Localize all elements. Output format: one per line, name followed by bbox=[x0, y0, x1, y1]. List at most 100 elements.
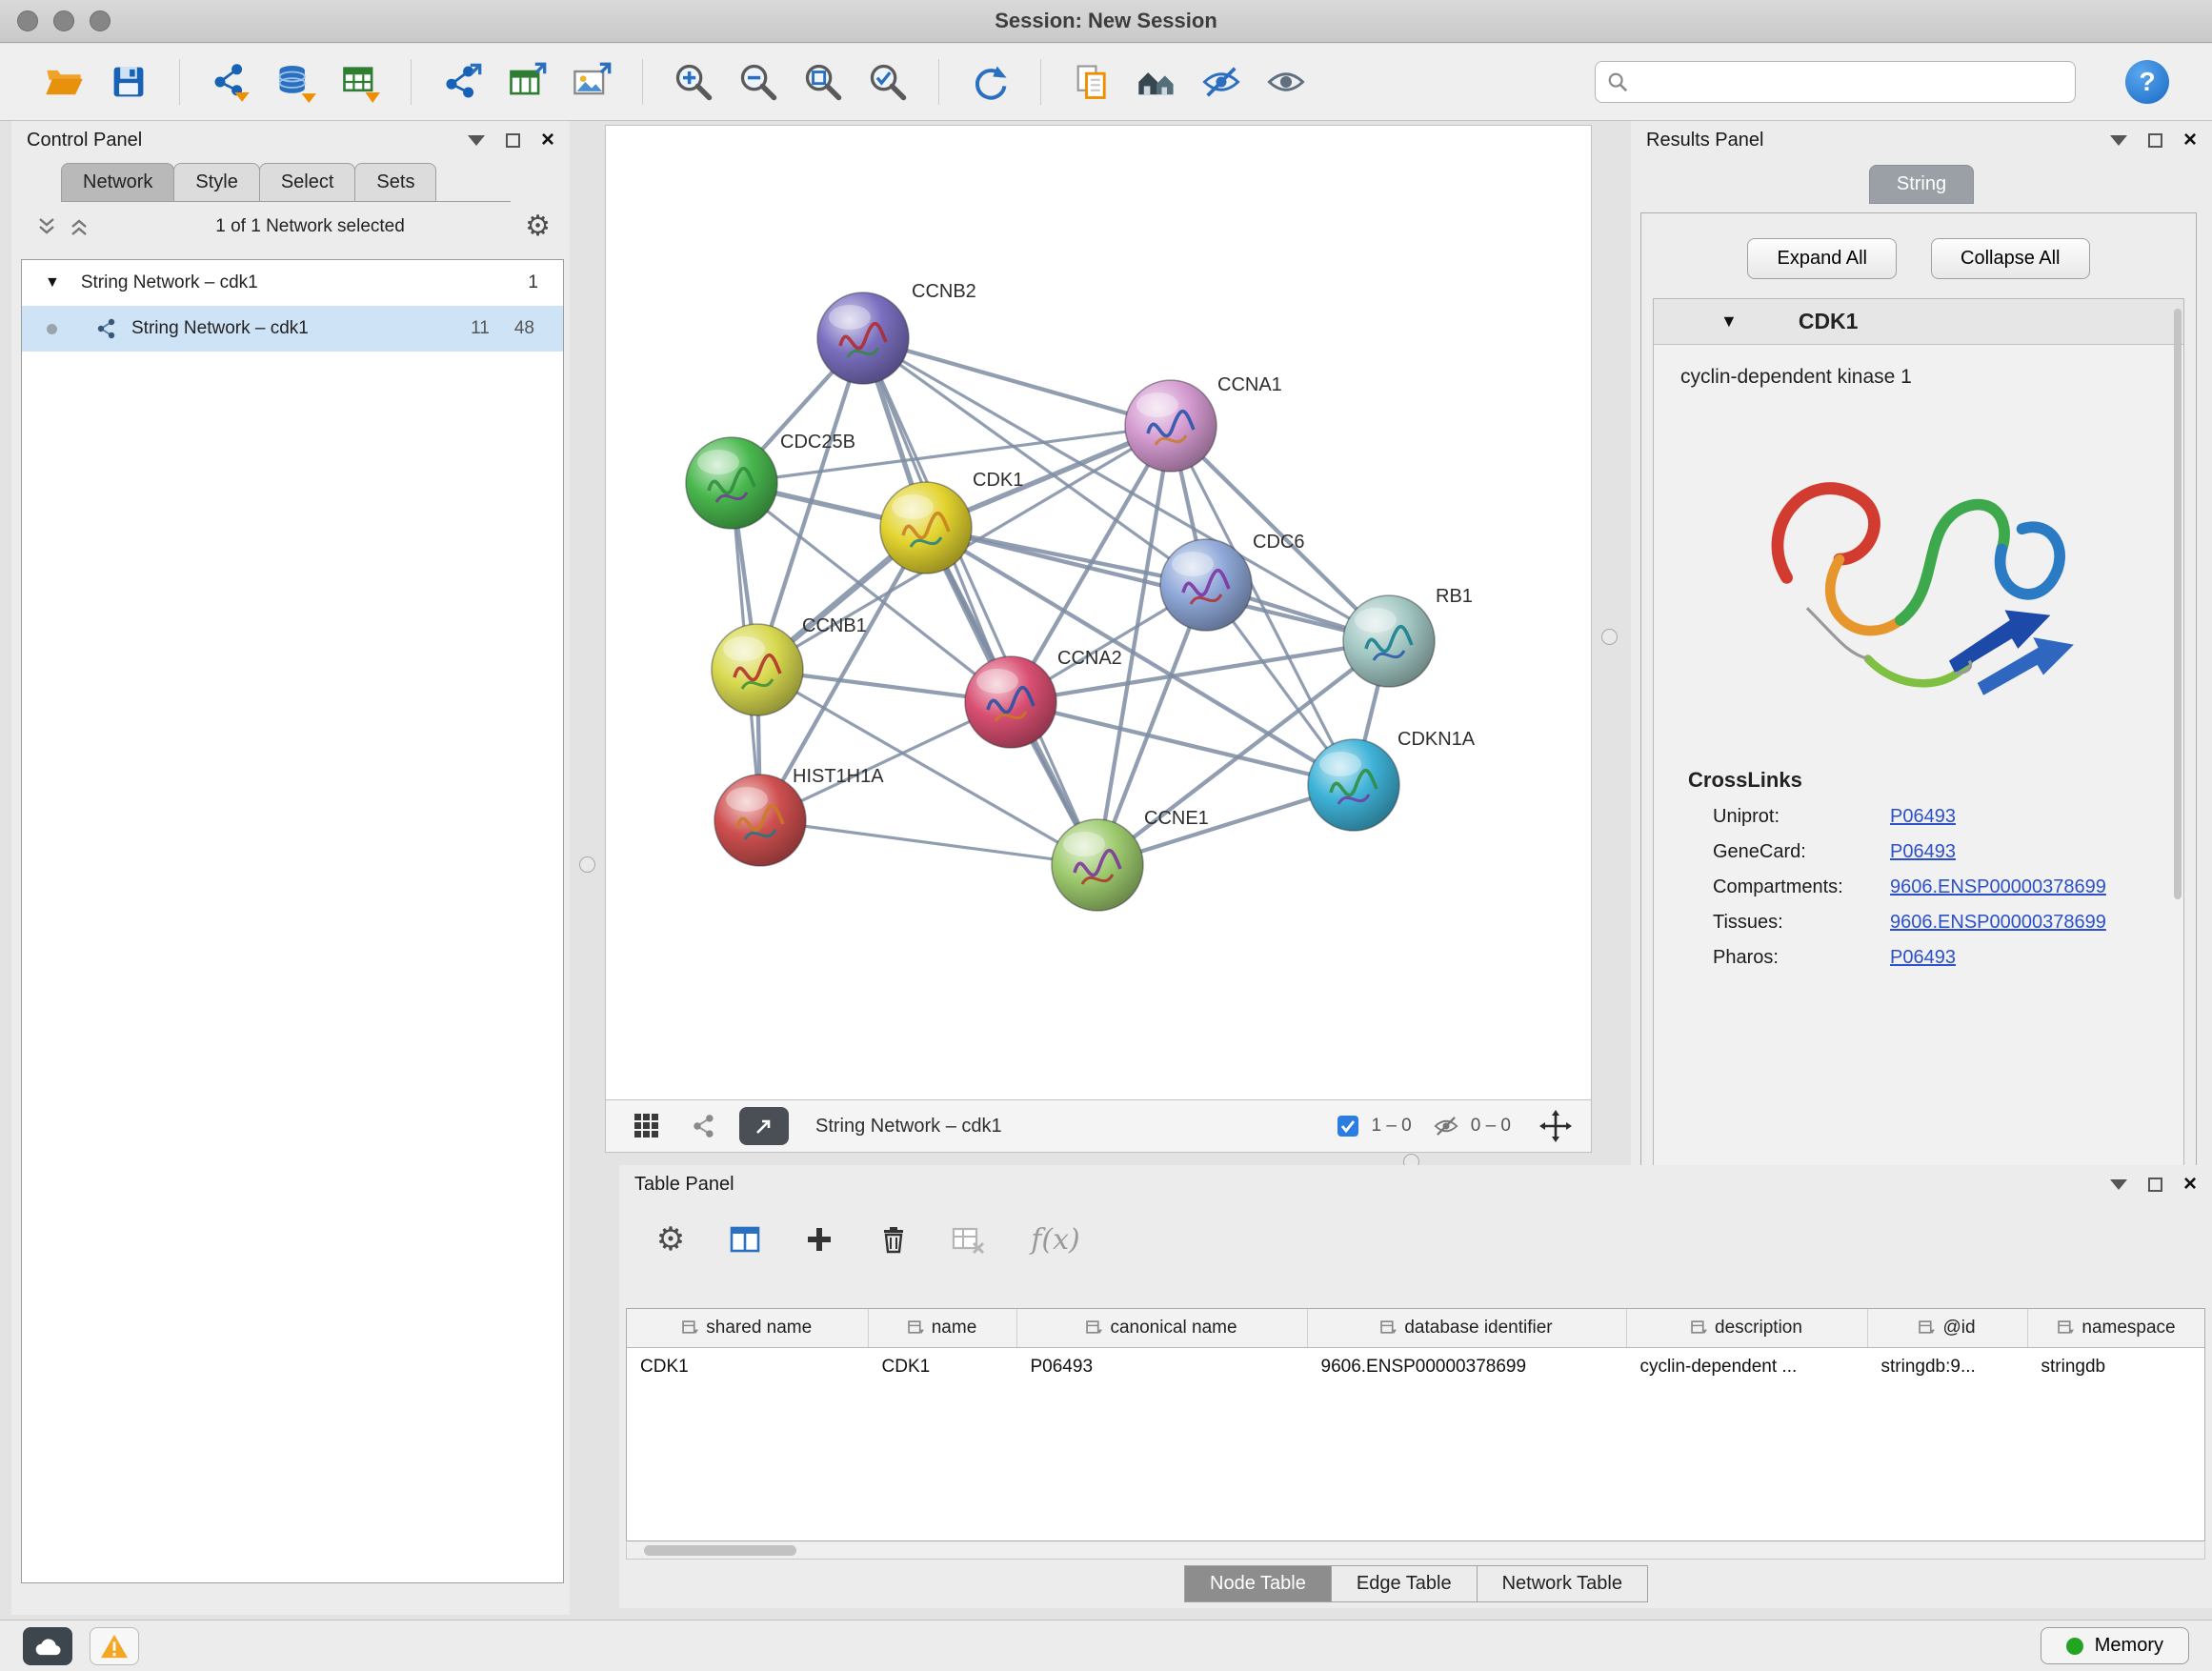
minimize-window-button[interactable] bbox=[53, 10, 74, 31]
network-edge[interactable] bbox=[926, 528, 1389, 641]
export-network-button[interactable] bbox=[434, 53, 490, 111]
selected-checkbox-icon[interactable] bbox=[1337, 1115, 1359, 1137]
search-input[interactable] bbox=[1636, 71, 2063, 93]
create-column-button[interactable] bbox=[794, 1215, 844, 1264]
network-node[interactable] bbox=[1052, 819, 1143, 911]
warnings-button[interactable] bbox=[90, 1627, 139, 1665]
save-session-button[interactable] bbox=[101, 53, 156, 111]
column-header[interactable]: database identifier bbox=[1307, 1309, 1626, 1347]
network-node[interactable] bbox=[1125, 380, 1217, 472]
column-header[interactable]: description bbox=[1626, 1309, 1867, 1347]
close-window-button[interactable] bbox=[17, 10, 38, 31]
zoom-in-button[interactable] bbox=[666, 53, 721, 111]
show-columns-button[interactable] bbox=[720, 1215, 770, 1264]
network-node[interactable] bbox=[965, 656, 1056, 748]
crosslink-link[interactable]: P06493 bbox=[1890, 806, 1956, 828]
maximize-window-button[interactable] bbox=[90, 10, 111, 31]
tab-node-table[interactable]: Node Table bbox=[1184, 1565, 1332, 1602]
maximize-panel-icon[interactable] bbox=[506, 133, 520, 148]
import-table-button[interactable] bbox=[332, 53, 388, 111]
cell-id[interactable]: stringdb:9... bbox=[1867, 1347, 2027, 1387]
tab-sets[interactable]: Sets bbox=[354, 163, 436, 201]
collapse-all-networks-button[interactable] bbox=[30, 211, 63, 243]
hide-selected-button[interactable] bbox=[1194, 53, 1249, 111]
network-edge[interactable] bbox=[760, 820, 1097, 865]
right-splitter-handle[interactable] bbox=[1601, 629, 1618, 645]
scrollbar-thumb[interactable] bbox=[644, 1545, 796, 1556]
cell-canonical-name[interactable]: P06493 bbox=[1016, 1347, 1307, 1387]
expander-triangle-icon[interactable]: ▼ bbox=[45, 274, 60, 292]
column-header[interactable]: namespace bbox=[2027, 1309, 2205, 1347]
column-header[interactable]: name bbox=[868, 1309, 1016, 1347]
export-image-button[interactable] bbox=[564, 53, 619, 111]
left-splitter-handle[interactable] bbox=[579, 856, 595, 873]
tab-select[interactable]: Select bbox=[259, 163, 356, 201]
network-overview-button[interactable] bbox=[682, 1105, 726, 1147]
copy-button[interactable] bbox=[1064, 53, 1119, 111]
zoom-fit-button[interactable] bbox=[795, 53, 851, 111]
maximize-panel-icon[interactable] bbox=[2148, 133, 2162, 148]
cell-database-identifier[interactable]: 9606.ENSP00000378699 bbox=[1307, 1347, 1626, 1387]
network-edge[interactable] bbox=[863, 338, 1171, 426]
pan-move-icon[interactable] bbox=[1539, 1110, 1572, 1142]
crosslink-link[interactable]: 9606.ENSP00000378699 bbox=[1890, 912, 2106, 934]
show-all-networks-button[interactable] bbox=[1129, 53, 1184, 111]
tab-style[interactable]: Style bbox=[173, 163, 259, 201]
cell-name[interactable]: CDK1 bbox=[868, 1347, 1016, 1387]
open-session-button[interactable] bbox=[36, 53, 91, 111]
column-header[interactable]: @id bbox=[1867, 1309, 2027, 1347]
zoom-out-button[interactable] bbox=[731, 53, 786, 111]
function-builder-button[interactable]: f(x) bbox=[1017, 1215, 1094, 1264]
tab-network[interactable]: Network bbox=[61, 163, 174, 201]
show-hidden-button[interactable] bbox=[1258, 53, 1314, 111]
float-panel-icon[interactable] bbox=[468, 135, 485, 146]
table-row[interactable]: CDK1 CDK1 P06493 9606.ENSP00000378699 cy… bbox=[627, 1347, 2205, 1387]
network-node[interactable] bbox=[1160, 539, 1252, 631]
network-row[interactable]: String Network – cdk1 11 48 bbox=[22, 306, 563, 352]
delete-table-button[interactable] bbox=[943, 1215, 993, 1264]
expand-all-button[interactable]: Expand All bbox=[1747, 238, 1897, 279]
float-panel-icon[interactable] bbox=[2110, 1179, 2127, 1190]
network-node[interactable] bbox=[880, 482, 972, 574]
column-header[interactable]: shared name bbox=[627, 1309, 868, 1347]
cell-description[interactable]: cyclin-dependent ... bbox=[1626, 1347, 1867, 1387]
collapse-section-icon[interactable]: ▼ bbox=[1720, 312, 1738, 332]
collapse-all-button[interactable]: Collapse All bbox=[1931, 238, 2090, 279]
birdseye-view-button[interactable] bbox=[625, 1105, 669, 1147]
table-horizontal-scrollbar[interactable] bbox=[626, 1542, 2205, 1560]
crosslink-link[interactable]: 9606.ENSP00000378699 bbox=[1890, 876, 2106, 898]
tab-string[interactable]: String bbox=[1869, 165, 1974, 204]
apply-layout-button[interactable] bbox=[962, 53, 1017, 111]
table-options-gear-icon[interactable]: ⚙ bbox=[646, 1215, 695, 1264]
network-options-gear-icon[interactable]: ⚙ bbox=[525, 212, 551, 241]
maximize-panel-icon[interactable] bbox=[2148, 1178, 2162, 1192]
cloud-status-button[interactable] bbox=[23, 1627, 72, 1665]
results-scrollbar[interactable] bbox=[2174, 309, 2182, 899]
detach-view-button[interactable] bbox=[739, 1107, 789, 1145]
column-header[interactable]: canonical name bbox=[1016, 1309, 1307, 1347]
network-node[interactable] bbox=[1308, 739, 1399, 831]
close-panel-icon[interactable]: × bbox=[541, 129, 554, 151]
gene-section-header[interactable]: ▼ CDK1 bbox=[1654, 299, 2183, 345]
network-node[interactable] bbox=[714, 775, 806, 866]
memory-button[interactable]: Memory bbox=[2041, 1627, 2189, 1664]
close-panel-icon[interactable]: × bbox=[2183, 129, 2197, 151]
import-network-database-button[interactable] bbox=[268, 53, 323, 111]
network-edge[interactable] bbox=[863, 338, 1097, 865]
export-table-button[interactable] bbox=[499, 53, 554, 111]
network-node[interactable] bbox=[686, 437, 777, 529]
close-panel-icon[interactable]: × bbox=[2183, 1173, 2197, 1196]
help-button[interactable]: ? bbox=[2125, 60, 2169, 104]
tab-network-table[interactable]: Network Table bbox=[1477, 1565, 1648, 1602]
delete-column-button[interactable] bbox=[869, 1215, 918, 1264]
network-node[interactable] bbox=[1343, 595, 1435, 687]
zoom-selected-button[interactable] bbox=[860, 53, 915, 111]
tab-edge-table[interactable]: Edge Table bbox=[1331, 1565, 1478, 1602]
float-panel-icon[interactable] bbox=[2110, 135, 2127, 146]
expand-all-networks-button[interactable] bbox=[63, 211, 95, 243]
crosslink-link[interactable]: P06493 bbox=[1890, 841, 1956, 863]
import-network-button[interactable] bbox=[203, 53, 258, 111]
network-canvas[interactable]: CCNB2CCNA1CDC25BCDK1CDC6RB1CCNB1CCNA2CDK… bbox=[605, 125, 1592, 1100]
network-graph[interactable]: CCNB2CCNA1CDC25BCDK1CDC6RB1CCNB1CCNA2CDK… bbox=[606, 126, 1591, 1099]
network-node[interactable] bbox=[712, 624, 803, 715]
